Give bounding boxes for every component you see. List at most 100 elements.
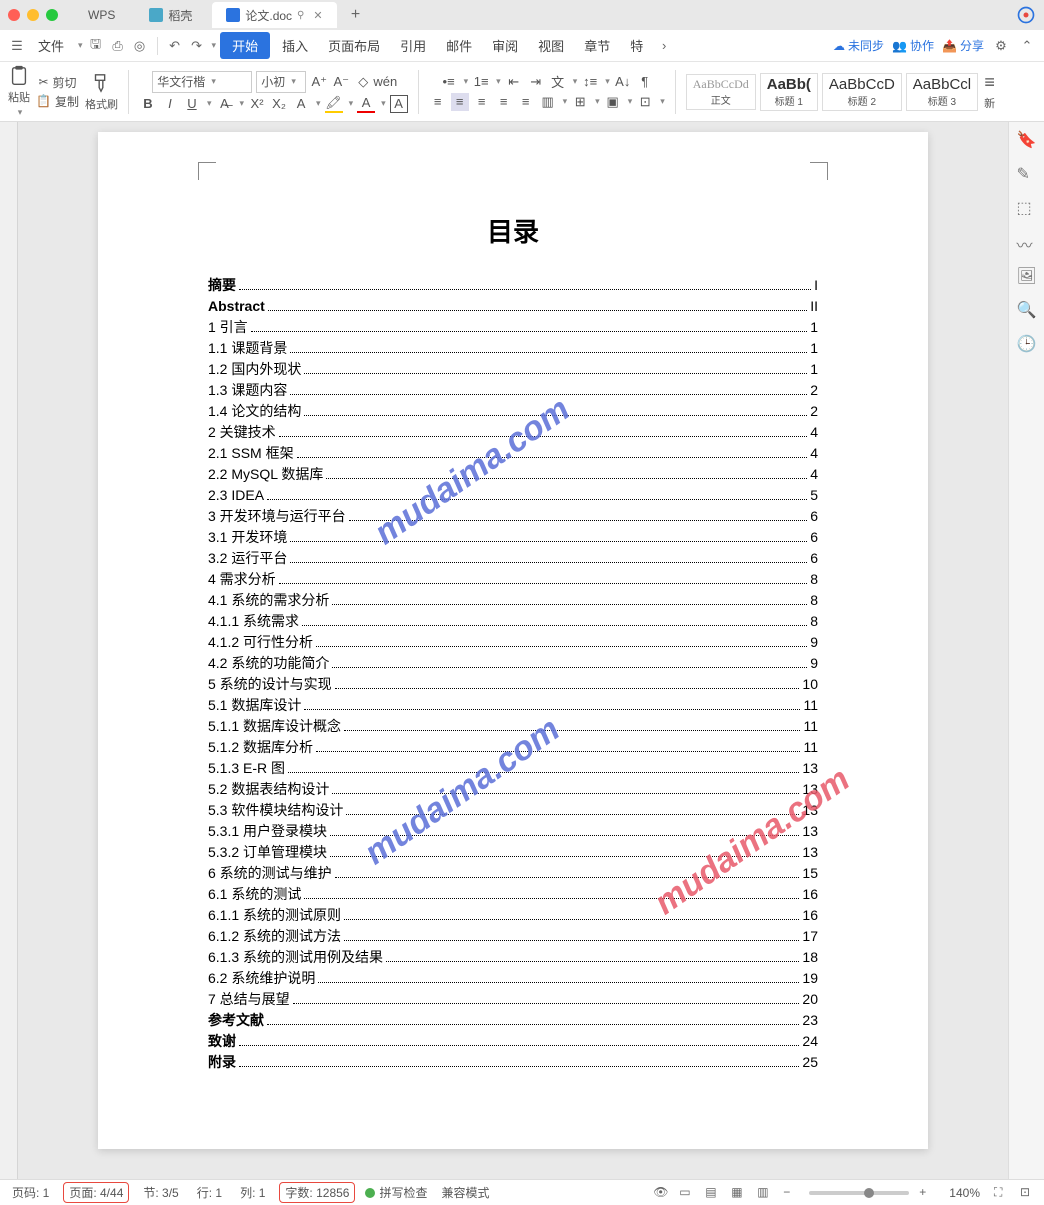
change-case-icon[interactable]: A xyxy=(292,95,310,113)
toc-entry[interactable]: 4.1.1 系统需求8 xyxy=(208,611,818,632)
number-list-icon[interactable]: 1≡ xyxy=(472,73,490,91)
toc-entry[interactable]: 6.1.1 系统的测试原则16 xyxy=(208,905,818,926)
toc-entry[interactable]: 摘要I xyxy=(208,275,818,296)
toc-entry[interactable]: 附录25 xyxy=(208,1052,818,1073)
maximize-window-icon[interactable] xyxy=(46,9,58,21)
toc-entry[interactable]: 5.3 软件模块结构设计13 xyxy=(208,800,818,821)
toc-entry[interactable]: 致谢24 xyxy=(208,1031,818,1052)
side-history-icon[interactable]: 🕒 xyxy=(1017,334,1037,354)
show-marks-icon[interactable]: ¶ xyxy=(636,73,654,91)
eye-icon[interactable]: 👁 xyxy=(653,1185,669,1201)
zoom-slider[interactable] xyxy=(809,1191,909,1195)
toc-entry[interactable]: 1.3 课题内容2 xyxy=(208,380,818,401)
zoom-out-icon[interactable]: − xyxy=(783,1185,799,1201)
superscript-icon[interactable]: X² xyxy=(248,95,266,113)
vertical-ruler[interactable] xyxy=(0,122,18,1179)
web-layout-icon[interactable]: ▦ xyxy=(731,1185,747,1201)
side-edit-icon[interactable]: ✎ xyxy=(1017,164,1037,184)
toc-entry[interactable]: 2.1 SSM 框架4 xyxy=(208,443,818,464)
text-direction-icon[interactable]: 文 xyxy=(549,73,567,91)
toc-entry[interactable]: 2.2 MySQL 数据库4 xyxy=(208,464,818,485)
strikethrough-icon[interactable]: A̶ xyxy=(216,95,234,113)
char-border-icon[interactable]: A xyxy=(390,95,408,113)
justify-icon[interactable]: ≡ xyxy=(495,93,513,111)
shading-icon[interactable]: ▣ xyxy=(604,93,622,111)
side-image-icon[interactable]: 🖼 xyxy=(1017,266,1037,286)
new-style-button[interactable]: ≡新 xyxy=(984,72,995,111)
toc-entry[interactable]: 5.1 数据库设计11 xyxy=(208,695,818,716)
menu-special[interactable]: 特 xyxy=(622,32,651,59)
style-h1[interactable]: AaBb(标题 1 xyxy=(760,73,818,111)
reading-view-icon[interactable]: ▭ xyxy=(679,1185,695,1201)
cut-button[interactable]: ✂ 剪切 xyxy=(38,74,76,91)
status-spellcheck[interactable]: 拼写检查 xyxy=(365,1184,427,1201)
toc-entry[interactable]: 参考文献23 xyxy=(208,1010,818,1031)
print-preview-icon[interactable]: ◎ xyxy=(131,37,149,55)
highlight-icon[interactable]: 🖍 xyxy=(325,95,343,113)
toc-entry[interactable]: 4.2 系统的功能简介9 xyxy=(208,653,818,674)
print-layout-icon[interactable]: ▤ xyxy=(705,1185,721,1201)
status-compat-mode[interactable]: 兼容模式 xyxy=(437,1182,493,1203)
bold-icon[interactable]: B xyxy=(139,95,157,113)
document-page[interactable]: 目录 摘要IAbstractII1 引言11.1 课题背景11.2 国内外现状1… xyxy=(98,132,928,1149)
toc-entry[interactable]: 5.1.3 E-R 图13 xyxy=(208,758,818,779)
wps-logo-icon[interactable] xyxy=(1016,5,1036,25)
format-painter-button[interactable]: 格式刷 xyxy=(85,72,118,112)
italic-icon[interactable]: I xyxy=(161,95,179,113)
distribute-icon[interactable]: ≡ xyxy=(517,93,535,111)
increase-indent-icon[interactable]: ⇥ xyxy=(527,73,545,91)
menu-review[interactable]: 审阅 xyxy=(484,32,526,59)
toc-entry[interactable]: 5.1.2 数据库分析11 xyxy=(208,737,818,758)
status-row[interactable]: 行: 1 xyxy=(193,1182,226,1203)
toc-entry[interactable]: 2 关键技术4 xyxy=(208,422,818,443)
collab-button[interactable]: 👥 协作 xyxy=(892,37,934,54)
minimize-window-icon[interactable] xyxy=(27,9,39,21)
style-h2[interactable]: AaBbCcD标题 2 xyxy=(822,73,902,111)
tabs-icon[interactable]: ⊞ xyxy=(571,93,589,111)
menu-mail[interactable]: 邮件 xyxy=(438,32,480,59)
menu-start[interactable]: 开始 xyxy=(220,32,270,59)
tab-daoke[interactable]: 稻壳 xyxy=(135,2,206,28)
fit-page-icon[interactable]: ⊡ xyxy=(1020,1185,1036,1201)
share-button[interactable]: 📤 分享 xyxy=(942,37,984,54)
status-section[interactable]: 节: 3/5 xyxy=(139,1182,182,1203)
new-tab-button[interactable]: + xyxy=(343,6,369,24)
save-icon[interactable]: 🖫 xyxy=(87,37,105,55)
toc-entry[interactable]: 1.4 论文的结构2 xyxy=(208,401,818,422)
hamburger-icon[interactable]: ☰ xyxy=(8,37,26,55)
redo-icon[interactable]: ↷ xyxy=(188,37,206,55)
align-right-icon[interactable]: ≡ xyxy=(473,93,491,111)
subscript-icon[interactable]: X₂ xyxy=(270,95,288,113)
sort-icon[interactable]: A↓ xyxy=(614,73,632,91)
sync-status[interactable]: ☁ 未同步 xyxy=(833,37,884,54)
toc-entry[interactable]: 2.3 IDEA5 xyxy=(208,485,818,506)
align-left-icon[interactable]: ≡ xyxy=(429,93,447,111)
paste-button[interactable]: 粘贴▾ xyxy=(8,65,30,118)
menu-insert[interactable]: 插入 xyxy=(274,32,316,59)
grow-font-icon[interactable]: A⁺ xyxy=(310,73,328,91)
clear-format-icon[interactable]: ◇ xyxy=(354,73,372,91)
toc-entry[interactable]: 3 开发环境与运行平台6 xyxy=(208,506,818,527)
bullet-list-icon[interactable]: •≡ xyxy=(440,73,458,91)
side-squiggle-icon[interactable]: 〰 xyxy=(1017,232,1037,252)
menu-ref[interactable]: 引用 xyxy=(392,32,434,59)
fullscreen-icon[interactable]: ⛶ xyxy=(994,1185,1010,1201)
line-spacing-icon[interactable]: ↕≡ xyxy=(581,73,599,91)
columns-icon[interactable]: ▥ xyxy=(539,93,557,111)
toc-entry[interactable]: 6.1.2 系统的测试方法17 xyxy=(208,926,818,947)
toc-entry[interactable]: 3.2 运行平台6 xyxy=(208,548,818,569)
toc-entry[interactable]: 1.2 国内外现状1 xyxy=(208,359,818,380)
print-icon[interactable]: ⎙ xyxy=(109,37,127,55)
side-bookmark-icon[interactable]: 🔖 xyxy=(1017,130,1037,150)
toc-entry[interactable]: 4 需求分析8 xyxy=(208,569,818,590)
side-ocr-icon[interactable]: 🔍 xyxy=(1017,300,1037,320)
side-select-icon[interactable]: ⬚ xyxy=(1017,198,1037,218)
toc-entry[interactable]: 5 系统的设计与实现10 xyxy=(208,674,818,695)
toc-entry[interactable]: 6.1.3 系统的测试用例及结果18 xyxy=(208,947,818,968)
zoom-level[interactable]: 140% xyxy=(945,1184,984,1202)
font-color-icon[interactable]: A xyxy=(357,95,375,113)
toc-entry[interactable]: 6.2 系统维护说明19 xyxy=(208,968,818,989)
status-col[interactable]: 列: 1 xyxy=(236,1182,269,1203)
tab-document-active[interactable]: 论文.doc ⚲ ✕ xyxy=(212,2,336,28)
style-h3[interactable]: AaBbCcl标题 3 xyxy=(906,73,978,111)
